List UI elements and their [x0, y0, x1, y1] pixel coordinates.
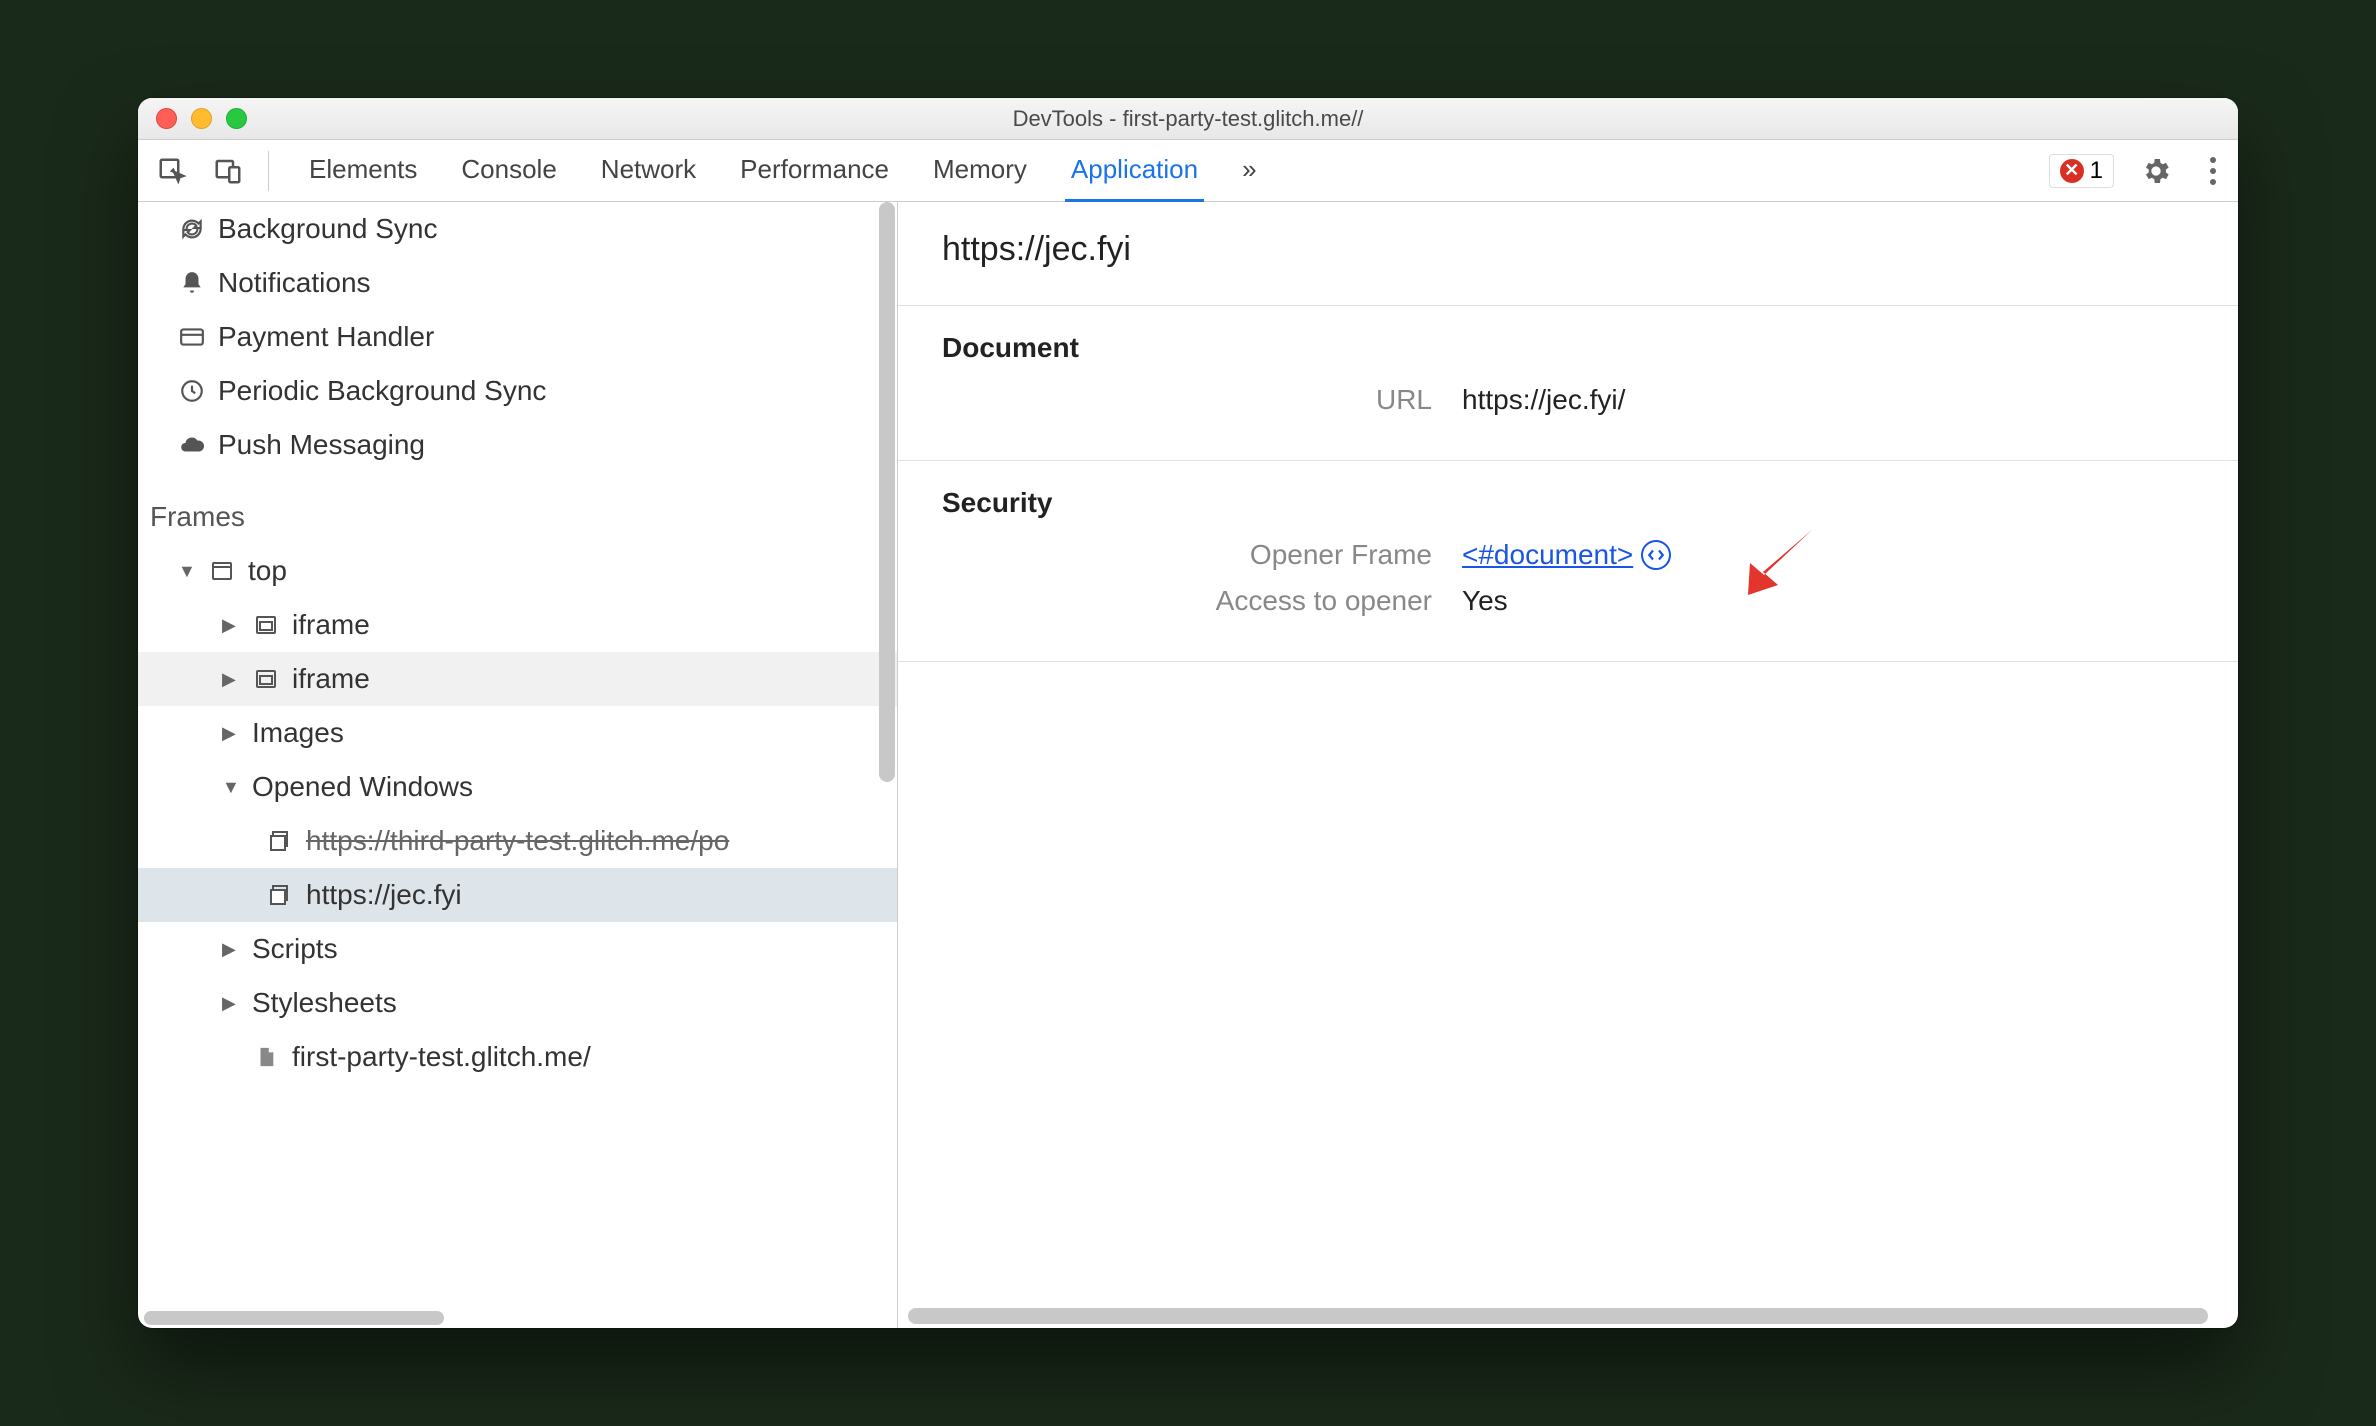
- tree-label: https://jec.fyi: [306, 879, 462, 911]
- opener-frame-link[interactable]: <#document>: [1462, 539, 1633, 571]
- expand-icon[interactable]: ▶: [222, 993, 240, 1014]
- sidebar-item-payment-handler[interactable]: Payment Handler: [138, 310, 897, 364]
- access-to-opener-value: Yes: [1462, 585, 1508, 617]
- error-count-badge[interactable]: ✕ 1: [2049, 154, 2114, 188]
- access-to-opener-label: Access to opener: [942, 585, 1462, 617]
- url-label: URL: [942, 384, 1462, 416]
- sync-icon: [178, 215, 206, 243]
- tree-label: https://third-party-test.glitch.me/po: [306, 825, 729, 857]
- sidebar-label: Background Sync: [218, 213, 437, 245]
- window-icon: [266, 827, 294, 855]
- card-icon: [178, 323, 206, 351]
- tree-opened-window-1[interactable]: https://third-party-test.glitch.me/po: [138, 814, 897, 868]
- main-horizontal-scrollbar[interactable]: [908, 1308, 2208, 1324]
- window-title: DevTools - first-party-test.glitch.me//: [138, 106, 2238, 132]
- expand-icon[interactable]: ▼: [178, 561, 196, 582]
- tree-label: top: [248, 555, 287, 587]
- frame-icon: [208, 557, 236, 585]
- tree-stylesheets[interactable]: ▶ Stylesheets: [138, 976, 897, 1030]
- toolbar-divider: [268, 151, 269, 191]
- tree-iframe-1[interactable]: ▶ iframe: [138, 598, 897, 652]
- titlebar: DevTools - first-party-test.glitch.me//: [138, 98, 2238, 140]
- tab-overflow[interactable]: »: [1236, 140, 1262, 202]
- security-heading: Security: [942, 487, 2194, 519]
- inspect-element-icon[interactable]: [148, 147, 196, 195]
- tree-top-frame[interactable]: ▼ top: [138, 544, 897, 598]
- frame-details-panel: https://jec.fyi Document URL https://jec…: [898, 202, 2238, 1328]
- device-toggle-icon[interactable]: [204, 147, 252, 195]
- tab-console[interactable]: Console: [455, 140, 562, 202]
- clock-icon: [178, 377, 206, 405]
- opener-frame-label: Opener Frame: [942, 539, 1462, 571]
- tree-label: iframe: [292, 609, 370, 641]
- sidebar-item-push-messaging[interactable]: Push Messaging: [138, 418, 897, 472]
- expand-icon[interactable]: ▶: [222, 615, 240, 636]
- iframe-icon: [252, 611, 280, 639]
- expand-icon[interactable]: ▼: [222, 777, 240, 798]
- sidebar-item-notifications[interactable]: Notifications: [138, 256, 897, 310]
- document-icon: [252, 1043, 280, 1071]
- more-menu-icon[interactable]: [2198, 157, 2228, 185]
- tree-scripts[interactable]: ▶ Scripts: [138, 922, 897, 976]
- tree-opened-window-2[interactable]: https://jec.fyi: [138, 868, 897, 922]
- sidebar-item-periodic-sync[interactable]: Periodic Background Sync: [138, 364, 897, 418]
- sidebar-label: Push Messaging: [218, 429, 425, 461]
- tab-performance[interactable]: Performance: [734, 140, 895, 202]
- sidebar-label: Periodic Background Sync: [218, 375, 546, 407]
- window-icon: [266, 881, 294, 909]
- devtools-toolbar: Elements Console Network Performance Mem…: [138, 140, 2238, 202]
- tree-label: Scripts: [252, 933, 338, 965]
- sidebar-item-background-sync[interactable]: Background Sync: [138, 202, 897, 256]
- reveal-in-elements-icon[interactable]: [1641, 540, 1671, 570]
- settings-gear-icon[interactable]: [2132, 147, 2180, 195]
- sidebar-label: Notifications: [218, 267, 371, 299]
- tab-memory[interactable]: Memory: [927, 140, 1033, 202]
- cloud-icon: [178, 431, 206, 459]
- sidebar-vertical-scrollbar[interactable]: [879, 202, 895, 782]
- sidebar-horizontal-scrollbar[interactable]: [138, 1308, 897, 1328]
- security-section: Security Opener Frame <#document> Access…: [898, 461, 2238, 662]
- expand-icon[interactable]: ▶: [222, 939, 240, 960]
- tab-application[interactable]: Application: [1065, 140, 1204, 202]
- tree-label: Images: [252, 717, 344, 749]
- application-sidebar: Background Sync Notifications Payment Ha…: [138, 202, 898, 1328]
- tree-document[interactable]: ▶ first-party-test.glitch.me/: [138, 1030, 897, 1084]
- expand-icon[interactable]: ▶: [222, 723, 240, 744]
- tree-label: Opened Windows: [252, 771, 473, 803]
- devtools-window: DevTools - first-party-test.glitch.me// …: [138, 98, 2238, 1328]
- document-section: Document URL https://jec.fyi/: [898, 306, 2238, 461]
- error-icon: ✕: [2060, 159, 2084, 183]
- tree-images[interactable]: ▶ Images: [138, 706, 897, 760]
- panel-tabs: Elements Console Network Performance Mem…: [303, 140, 1263, 202]
- error-count: 1: [2090, 157, 2103, 185]
- tree-iframe-2[interactable]: ▶ iframe: [138, 652, 897, 706]
- tree-label: iframe: [292, 663, 370, 695]
- expand-icon[interactable]: ▶: [222, 669, 240, 690]
- url-value: https://jec.fyi/: [1462, 384, 1625, 416]
- bell-icon: [178, 269, 206, 297]
- sidebar-label: Payment Handler: [218, 321, 434, 353]
- document-heading: Document: [942, 332, 2194, 364]
- tree-opened-windows[interactable]: ▼ Opened Windows: [138, 760, 897, 814]
- iframe-icon: [252, 665, 280, 693]
- sidebar-section-frames: Frames: [138, 490, 897, 544]
- frame-title: https://jec.fyi: [898, 202, 2238, 306]
- tab-network[interactable]: Network: [595, 140, 702, 202]
- tree-label: first-party-test.glitch.me/: [292, 1041, 591, 1073]
- tree-label: Stylesheets: [252, 987, 397, 1019]
- tab-elements[interactable]: Elements: [303, 140, 423, 202]
